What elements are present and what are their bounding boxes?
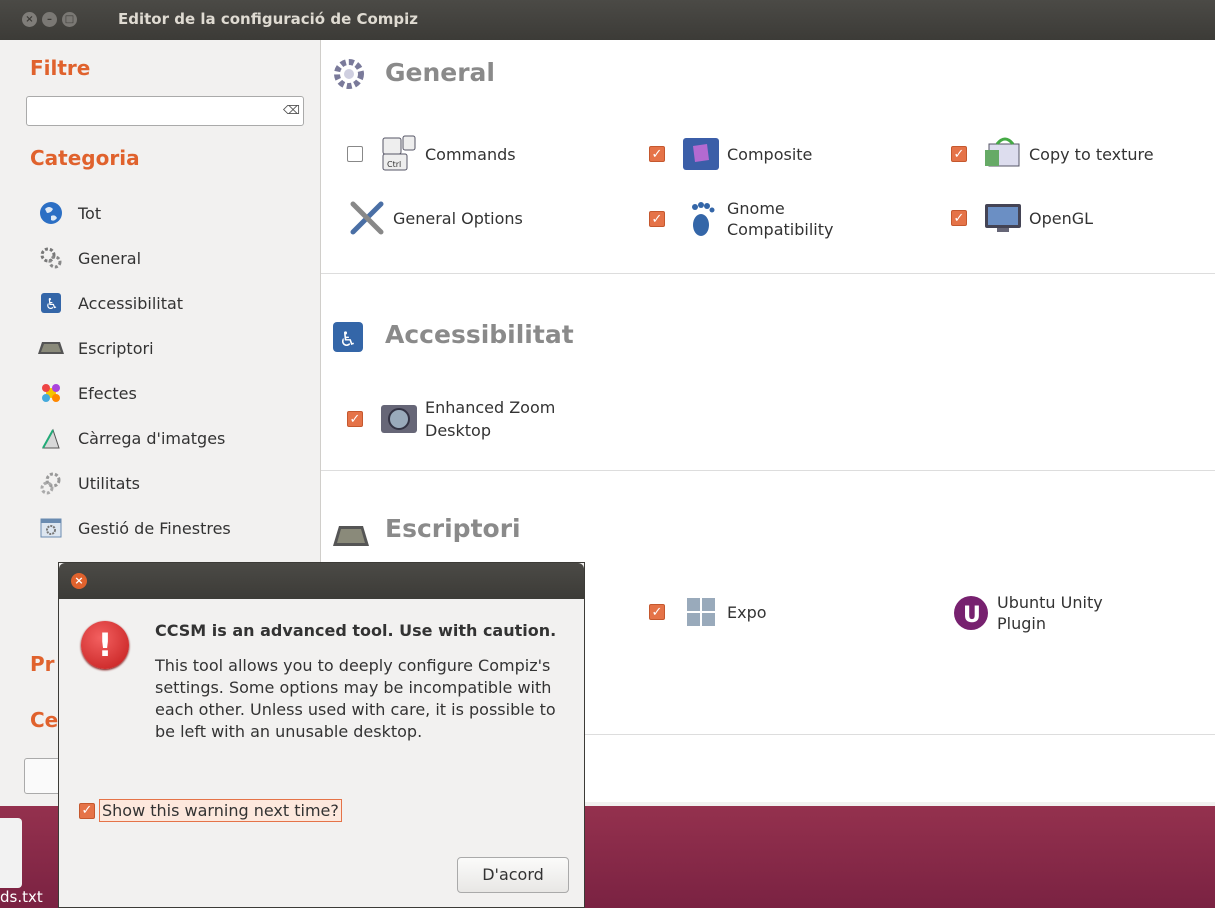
- checkbox[interactable]: ✓: [79, 802, 95, 819]
- sidebar-item-label: Càrrega d'imatges: [78, 428, 226, 448]
- sidebar-item-label: Utilitats: [78, 473, 141, 493]
- dialog-body: This tool allows you to deeply configure…: [155, 656, 556, 741]
- globe-icon: [38, 200, 64, 226]
- dialog-titlebar[interactable]: ×: [59, 563, 584, 599]
- plugin-checkbox[interactable]: [347, 146, 363, 162]
- sidebar-item-utilitats[interactable]: Utilitats: [38, 468, 140, 498]
- plugin-label: Ubuntu Unity Plugin: [997, 593, 1103, 633]
- plugin-gnome-compatibility[interactable]: ✓ Gnome Compatibility: [649, 198, 857, 240]
- filter-heading: Filtre: [30, 56, 91, 80]
- plugin-checkbox[interactable]: ✓: [649, 146, 665, 162]
- gears-icon: [331, 56, 365, 90]
- plugin-checkbox[interactable]: ✓: [951, 146, 967, 162]
- warning-dialog: × ! CCSM is an advanced tool. Use with c…: [58, 562, 585, 908]
- plugin-label: Expo: [727, 602, 767, 622]
- ok-button[interactable]: D'acord: [457, 857, 569, 893]
- plugin-ubuntu-unity[interactable]: U Ubuntu Unity Plugin: [951, 592, 1137, 634]
- monitor-icon: [983, 198, 1023, 238]
- sidebar-item-label: Accessibilitat: [78, 293, 184, 313]
- sidebar-item-gestio-finestres[interactable]: Gestió de Finestres: [38, 513, 231, 543]
- sidebar-item-label: Efectes: [78, 383, 137, 403]
- dialog-heading: CCSM is an advanced tool. Use with cauti…: [155, 621, 557, 640]
- plugin-enhanced-zoom[interactable]: ✓ Enhanced Zoom Desktop: [347, 396, 575, 442]
- svg-text:♿: ♿: [45, 295, 58, 313]
- svg-text:U: U: [963, 603, 981, 628]
- group-title-general: General: [385, 58, 495, 87]
- plugin-label: OpenGL: [1029, 208, 1094, 228]
- clear-icon[interactable]: ⌫: [283, 103, 300, 117]
- window-management-icon: [38, 515, 64, 541]
- sidebar-item-escriptori[interactable]: Escriptori: [38, 333, 154, 363]
- expo-icon: [681, 592, 721, 632]
- unity-icon: U: [951, 593, 991, 633]
- maximize-window-button[interactable]: □: [62, 12, 77, 27]
- error-icon: !: [81, 621, 129, 669]
- svg-text:Ctrl: Ctrl: [387, 160, 401, 169]
- plugin-label: Copy to texture: [1029, 144, 1154, 164]
- close-icon[interactable]: ×: [71, 573, 87, 589]
- sidebar-item-label: Escriptori: [78, 338, 154, 358]
- sidebar-item-tot[interactable]: Tot: [38, 198, 101, 228]
- group-separator: [321, 470, 1215, 471]
- plugin-checkbox[interactable]: ✓: [347, 411, 363, 427]
- plugin-expo[interactable]: ✓ Expo: [649, 592, 767, 632]
- accessibility-icon: ♿: [38, 290, 64, 316]
- image-loading-icon: [38, 425, 64, 451]
- sidebar-item-label: General: [78, 248, 142, 268]
- utilities-icon: [38, 470, 64, 496]
- window-titlebar[interactable]: × – □ Editor de la configuració de Compi…: [0, 0, 1215, 40]
- tools-icon: [347, 198, 387, 238]
- sidebar-item-carrega-imatges[interactable]: Càrrega d'imatges: [38, 423, 225, 453]
- sidebar-heading-partial: Pr: [30, 652, 55, 676]
- desktop-file-label[interactable]: ds.txt: [0, 888, 43, 906]
- sidebar-heading-partial: Ce: [30, 708, 59, 732]
- plugin-opengl[interactable]: ✓ OpenGL: [951, 198, 1093, 238]
- plugin-label: Enhanced Zoom Desktop: [425, 398, 556, 440]
- window-title: Editor de la configuració de Compiz: [118, 10, 419, 28]
- plugin-composite[interactable]: ✓ Composite: [649, 134, 812, 174]
- group-title-escriptori: Escriptori: [385, 514, 521, 543]
- zoom-icon: [379, 399, 419, 439]
- show-warning-checkbox[interactable]: ✓ Show this warning next time?: [79, 799, 342, 822]
- plugin-checkbox[interactable]: ✓: [649, 211, 665, 227]
- desktop-icon: [331, 518, 369, 552]
- category-heading: Categoria: [30, 146, 140, 170]
- plugin-label: Commands: [425, 144, 516, 164]
- minimize-window-button[interactable]: –: [42, 12, 57, 27]
- plugin-label: General Options: [393, 208, 523, 228]
- desktop-icon: [38, 335, 64, 361]
- effects-icon: [38, 380, 64, 406]
- close-window-button[interactable]: ×: [22, 12, 37, 27]
- plugin-label: Composite: [727, 144, 813, 164]
- keyboard-icon: Ctrl: [379, 134, 419, 174]
- composite-icon: [681, 134, 721, 174]
- accessibility-icon: ♿: [331, 320, 365, 354]
- sidebar-button[interactable]: [24, 758, 62, 794]
- plugin-label: Gnome Compatibility: [727, 199, 834, 239]
- gnome-foot-icon: [681, 199, 721, 239]
- copy-texture-icon: [983, 134, 1023, 174]
- plugin-checkbox[interactable]: ✓: [649, 604, 665, 620]
- plugin-general-options[interactable]: General Options: [347, 198, 523, 238]
- sidebar-item-label: Gestió de Finestres: [78, 518, 231, 538]
- sidebar-item-efectes[interactable]: Efectes: [38, 378, 137, 408]
- svg-text:♿: ♿: [339, 327, 357, 351]
- group-separator: [321, 273, 1215, 274]
- group-title-accessibilitat: Accessibilitat: [385, 320, 574, 349]
- plugin-checkbox[interactable]: ✓: [951, 210, 967, 226]
- desktop-file-icon[interactable]: [0, 818, 22, 888]
- checkbox-label: Show this warning next time?: [99, 799, 342, 822]
- sidebar-item-label: Tot: [78, 203, 102, 223]
- plugin-copy-to-texture[interactable]: ✓ Copy to texture: [951, 134, 1154, 174]
- sidebar-item-accessibilitat[interactable]: ♿ Accessibilitat: [38, 288, 183, 318]
- plugin-commands[interactable]: Ctrl Commands: [347, 134, 516, 174]
- filter-input[interactable]: ⌫: [26, 96, 304, 126]
- sidebar-item-general[interactable]: General: [38, 243, 141, 273]
- gears-icon: [38, 245, 64, 271]
